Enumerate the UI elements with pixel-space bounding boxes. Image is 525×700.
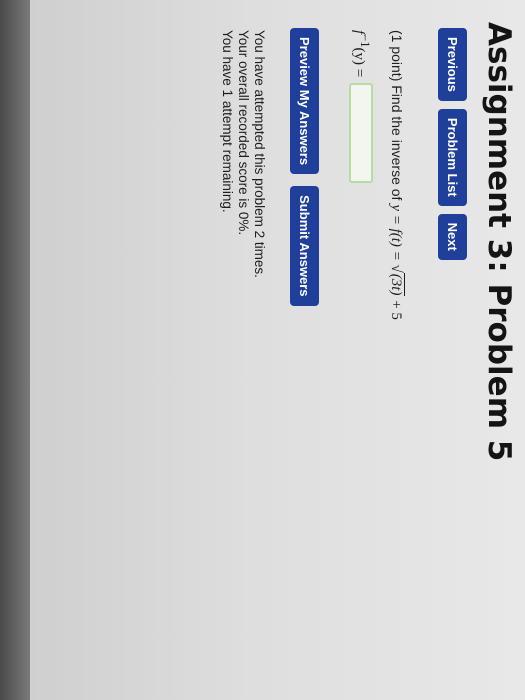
answer-label-sup: −1 [358,34,372,48]
preview-answers-button[interactable]: Preview My Answers [290,28,319,175]
answer-actions: Preview My Answers Submit Answers [290,28,319,306]
remaining-text: You have 1 attempt remaining. [220,30,235,213]
attempt-status: You have attempted this problem 2 times.… [219,30,267,278]
submit-answers-button[interactable]: Submit Answers [290,186,319,306]
sqrt-symbol: √ [388,264,404,273]
page-title: Assignment 3: Problem 5 [481,22,517,462]
answer-label-rest: (y) = [351,47,367,78]
equation-rest: + 5 [388,300,404,320]
previous-button[interactable]: Previous [438,28,467,101]
equation-lhs: y = f(t) = [388,204,404,261]
problem-prefix: (1 point) Find the inverse of [389,30,405,201]
next-button[interactable]: Next [438,213,467,260]
answer-input[interactable] [349,83,373,184]
problem-statement: (1 point) Find the inverse of y = f(t) =… [387,30,405,320]
monitor-bezel [0,0,30,700]
problem-equation: y = f(t) = √(3t) + 5 [387,204,405,320]
answer-row: f−1(y) = [349,30,373,184]
webwork-page: Assignment 3: Problem 5 Previous Problem… [30,0,525,700]
attempts-text: You have attempted this problem 2 times. [252,30,267,278]
sqrt-argument: (3t) [387,272,405,297]
problem-nav: Previous Problem List Next [438,28,467,260]
answer-label: f−1(y) = [350,30,372,77]
problem-list-button[interactable]: Problem List [438,108,467,206]
score-text: Your overall recorded score is 0%. [236,30,251,236]
